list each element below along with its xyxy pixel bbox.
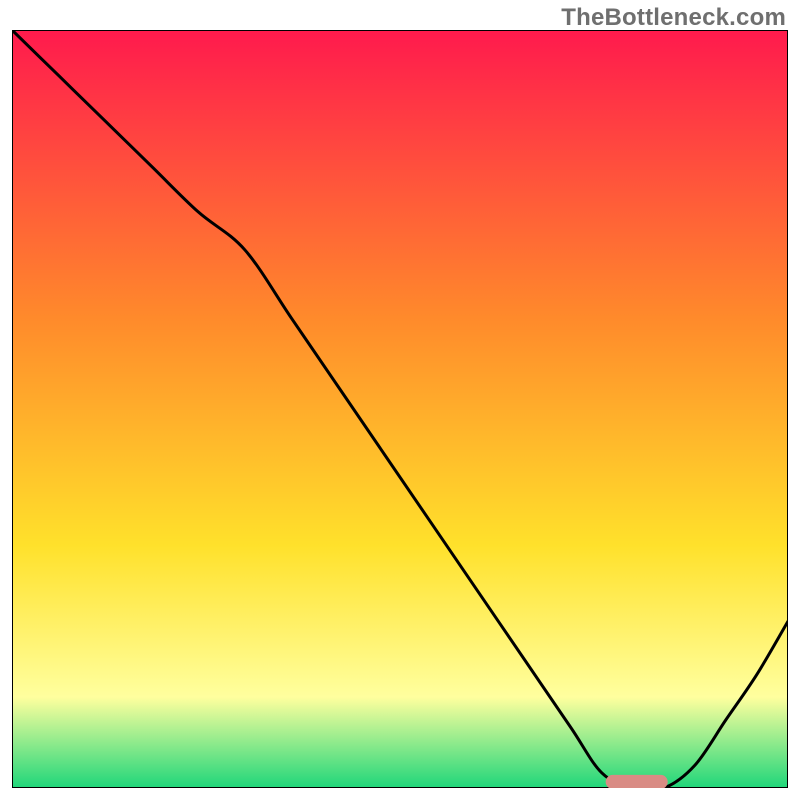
chart-frame bbox=[12, 30, 788, 788]
bottleneck-chart bbox=[12, 30, 788, 788]
watermark-text: TheBottleneck.com bbox=[561, 4, 786, 32]
minimum-marker bbox=[606, 775, 668, 788]
